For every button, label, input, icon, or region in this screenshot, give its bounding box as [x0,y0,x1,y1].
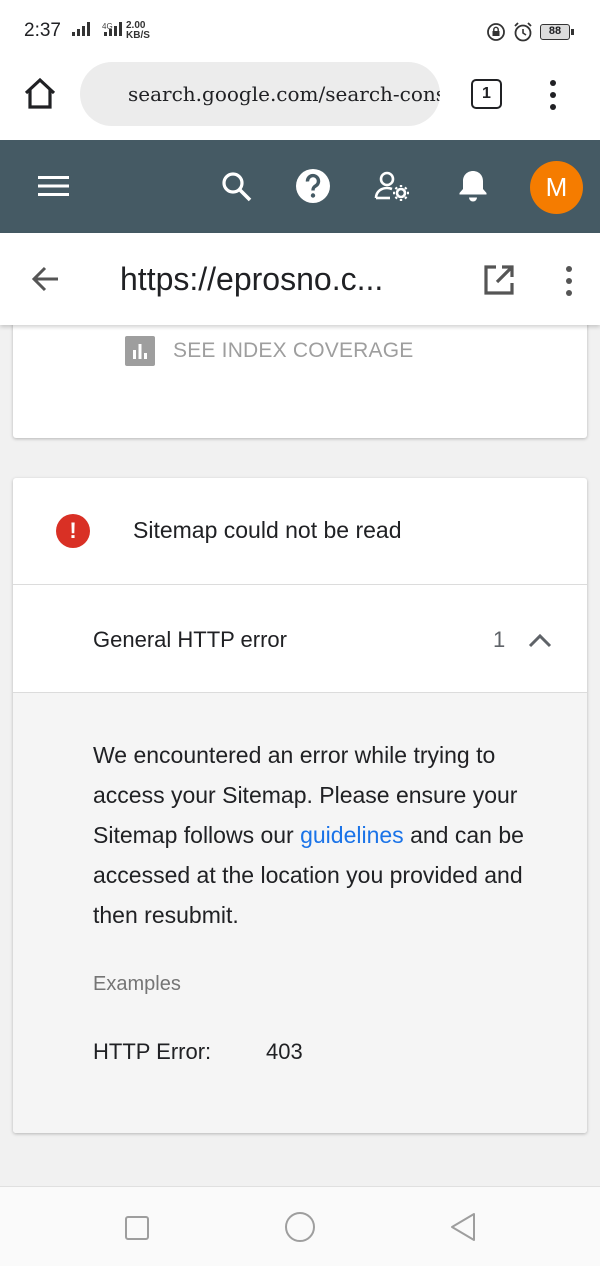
guidelines-link[interactable]: guidelines [300,822,404,848]
browser-toolbar: search.google.com/search-console 1 [0,62,600,140]
signal-strength-icon [72,20,90,36]
url-text: search.google.com/search-console [128,82,440,106]
bar-chart-icon [125,336,155,366]
home-icon[interactable] [22,76,58,112]
error-title: Sitemap could not be read [133,517,402,543]
app-toolbar [0,140,600,233]
address-bar[interactable]: search.google.com/search-console [80,62,440,126]
browser-menu-icon[interactable] [550,80,556,116]
example-key: HTTP Error: [93,1039,212,1064]
see-index-coverage-label: SEE INDEX COVERAGE [173,339,414,362]
error-summary-row: ! Sitemap could not be read [13,478,587,585]
issue-count: 1 [493,627,506,652]
sitemap-error-card: ! Sitemap could not be read General HTTP… [13,478,587,1133]
status-icons: 88 [486,21,574,43]
recent-apps-icon[interactable] [124,1215,150,1241]
signal-strength-2-icon [104,20,122,36]
home-nav-icon[interactable] [284,1211,316,1243]
see-index-coverage-link[interactable]: SEE INDEX COVERAGE [125,336,414,366]
battery-tip-icon [571,29,574,35]
avatar[interactable]: M [530,161,583,214]
alarm-icon [514,22,532,42]
user-settings-icon[interactable] [373,166,413,206]
speed-unit: KB/S [126,30,150,41]
help-icon[interactable] [293,166,333,206]
example-value: 403 [266,1039,303,1064]
open-in-new-icon[interactable] [482,263,516,297]
more-options-icon[interactable] [566,266,572,302]
index-coverage-card: SEE INDEX COVERAGE [13,310,587,438]
search-icon[interactable] [216,166,256,206]
issue-label: General HTTP error [93,627,287,652]
network-speed: 2.00 KB/S [126,21,150,41]
page-title: https://eprosno.c... [120,261,384,297]
chevron-up-icon[interactable] [527,631,553,649]
battery-level: 88 [540,24,570,40]
lock-rotation-icon [487,23,505,41]
tab-switcher-button[interactable]: 1 [471,79,502,109]
error-description: We encountered an error while trying to … [93,735,573,935]
error-icon: ! [56,514,90,548]
issue-detail-panel: We encountered an error while trying to … [13,693,587,1133]
back-arrow-icon[interactable] [30,263,62,295]
status-bar: 2:37 4G 2.00 KB/S 88 [0,0,600,62]
back-nav-icon[interactable] [448,1211,478,1243]
inspection-header: https://eprosno.c... [0,233,600,325]
examples-heading: Examples [93,973,181,995]
hamburger-menu-icon[interactable] [34,166,74,206]
issue-row[interactable]: General HTTP error 1 [13,585,587,693]
system-navigation-bar [0,1186,600,1266]
status-time: 2:37 [24,20,61,41]
notifications-icon[interactable] [453,166,493,206]
